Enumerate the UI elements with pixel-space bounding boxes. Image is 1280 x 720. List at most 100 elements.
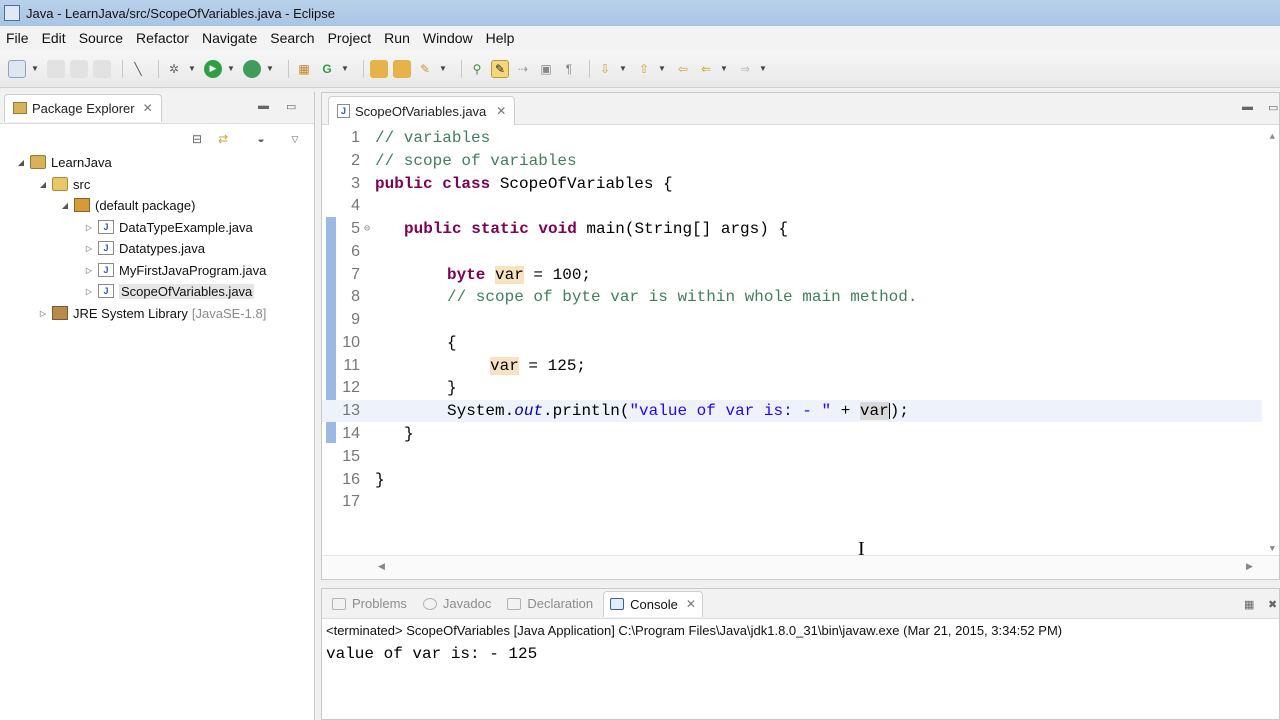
menu-edit[interactable]: Edit [42,30,66,46]
menu-window[interactable]: Window [423,30,473,46]
code-line[interactable]: 4 [322,195,1262,217]
console-output[interactable]: value of var is: - 125 [326,645,537,663]
tree-expand-icon[interactable]: ◢ [60,201,70,210]
new-java-package-icon[interactable]: ▦ [295,60,313,78]
code-line-current[interactable]: 13 System.out.println("value of var is: … [322,400,1262,422]
open-task-icon[interactable] [393,59,411,78]
fold-icon[interactable]: ⊖ [360,223,374,235]
scroll-up-icon[interactable]: ▲ [1270,132,1275,142]
tree-item-file-selected[interactable]: ▷ J ScopeOfVariables.java [84,281,255,301]
code-line[interactable]: 8 // scope of byte var is within whole m… [322,286,1262,308]
horizontal-scrollbar[interactable]: ◀ ▶ [322,555,1279,579]
code-line[interactable]: 14 } [322,423,1262,445]
code-line[interactable]: 1 // variables [322,127,1262,149]
view-menu-icon[interactable]: ▽ [286,130,304,148]
tab-console[interactable]: Console ✕ [603,590,703,617]
code-line[interactable]: 17 [322,491,1262,513]
menu-refactor[interactable]: Refactor [136,30,189,46]
search-icon[interactable]: ✎ [416,60,434,78]
focus-on-active-task-icon[interactable]: ◒ [252,130,270,148]
editor-tab-scopeofvariables[interactable]: J ScopeOfVariables.java ✕ [328,96,516,125]
chevron-down-icon[interactable]: ▼ [619,60,627,78]
tree-item-project[interactable]: ◢ LearnJava [16,152,112,172]
code-line[interactable]: 11 var = 125; [322,355,1262,377]
scroll-left-icon[interactable]: ◀ [378,561,385,572]
new-icon[interactable] [8,59,26,78]
tree-collapse-icon[interactable]: ▷ [84,266,94,275]
chevron-down-icon[interactable]: ▼ [439,60,447,78]
code-line[interactable]: 5 ⊖ public static void main(String[] args… [322,218,1262,240]
chevron-down-icon[interactable]: ▼ [658,60,666,78]
code-line[interactable]: 6 [322,241,1262,263]
toggle-breadcrumb-icon[interactable]: ⚲ [468,60,486,78]
collapse-all-icon[interactable]: ⊟ [188,130,206,148]
tree-collapse-icon[interactable]: ▷ [38,309,48,318]
last-edit-location-icon[interactable]: ⇦ [674,60,692,78]
pilcrow-icon[interactable]: ¶ [560,60,578,78]
save-icon[interactable] [47,59,65,78]
save-all-icon[interactable] [70,59,88,78]
run-external-tools-icon[interactable] [243,59,261,78]
code-line[interactable]: 9 [322,309,1262,331]
maximize-icon[interactable]: ▭ [286,100,296,113]
close-icon[interactable]: ✕ [496,104,506,118]
run-icon[interactable]: ▶ [204,59,222,78]
block-selection-icon[interactable]: ⇢ [514,60,532,78]
show-whitespace-icon[interactable]: ▣ [537,60,555,78]
remove-launch-icon[interactable]: ✖ [1268,598,1277,611]
tree-item-file[interactable]: ▷ J MyFirstJavaProgram.java [84,260,266,280]
package-explorer-tab[interactable]: Package Explorer ✕ [4,93,162,122]
scroll-right-icon[interactable]: ▶ [1246,561,1253,572]
chevron-down-icon[interactable]: ▼ [31,60,39,78]
code-line[interactable]: 12 } [322,377,1262,399]
tab-declaration[interactable]: Declaration [501,591,599,617]
debug-icon[interactable]: ✲ [165,60,183,78]
tree-collapse-icon[interactable]: ▷ [84,287,94,296]
code-line[interactable]: 7 byte var = 100; [322,264,1262,286]
menu-source[interactable]: Source [79,30,123,46]
mark-occurrences-icon[interactable]: ✎ [491,59,509,78]
menu-project[interactable]: Project [328,30,372,46]
minimize-icon[interactable]: ▬ [258,100,269,112]
code-line[interactable]: 16 } [322,469,1262,491]
menu-file[interactable]: File [6,30,29,46]
back-arrow-icon[interactable]: ⇐ [697,60,715,78]
chevron-down-icon[interactable]: ▼ [341,60,349,78]
open-type-icon[interactable] [370,59,388,78]
code-editor-area[interactable]: 1 // variables 2 // scope of variables 3… [322,126,1279,556]
tree-item-default-package[interactable]: ◢ (default package) [60,195,196,215]
tab-javadoc[interactable]: Javadoc [417,591,497,617]
skip-breakpoints-icon[interactable]: ╲ [129,60,147,78]
maximize-icon[interactable]: ▭ [1268,101,1278,114]
code-line[interactable]: 10 { [322,332,1262,354]
console-display-icon[interactable]: ▦ [1244,598,1254,611]
scroll-down-icon[interactable]: ▼ [1270,544,1275,554]
tree-item-src[interactable]: ◢ src [38,174,90,194]
code-line[interactable]: 3 public class ScopeOfVariables { [322,173,1262,195]
tree-item-file[interactable]: ▷ J Datatypes.java [84,238,205,258]
tree-collapse-icon[interactable]: ▷ [84,244,94,253]
menu-search[interactable]: Search [270,30,314,46]
tree-item-file[interactable]: ▷ J DataTypeExample.java [84,217,253,237]
chevron-down-icon[interactable]: ▼ [227,60,235,78]
tab-problems[interactable]: Problems [326,591,413,617]
minimize-icon[interactable]: ▬ [1242,101,1253,113]
menu-run[interactable]: Run [384,30,410,46]
tree-expand-icon[interactable]: ◢ [38,180,48,189]
chevron-down-icon[interactable]: ▼ [759,60,767,78]
new-java-class-icon[interactable]: G [318,60,336,78]
menu-navigate[interactable]: Navigate [202,30,257,46]
tree-expand-icon[interactable]: ◢ [16,158,26,167]
code-line[interactable]: 2 // scope of variables [322,150,1262,172]
forward-arrow-icon[interactable]: ⇒ [736,60,754,78]
chevron-down-icon[interactable]: ▼ [266,60,274,78]
close-icon[interactable]: ✕ [686,597,696,611]
close-icon[interactable]: ✕ [143,101,153,115]
print-icon[interactable] [93,59,111,78]
menu-help[interactable]: Help [486,30,515,46]
code-line[interactable]: 15 [322,446,1262,468]
link-with-editor-icon[interactable]: ⇄ [214,130,232,148]
tree-item-jre-library[interactable]: ▷ JRE System Library [JavaSE-1.8] [38,303,266,323]
previous-annotation-icon[interactable]: ⇧ [635,60,653,78]
chevron-down-icon[interactable]: ▼ [720,60,728,78]
